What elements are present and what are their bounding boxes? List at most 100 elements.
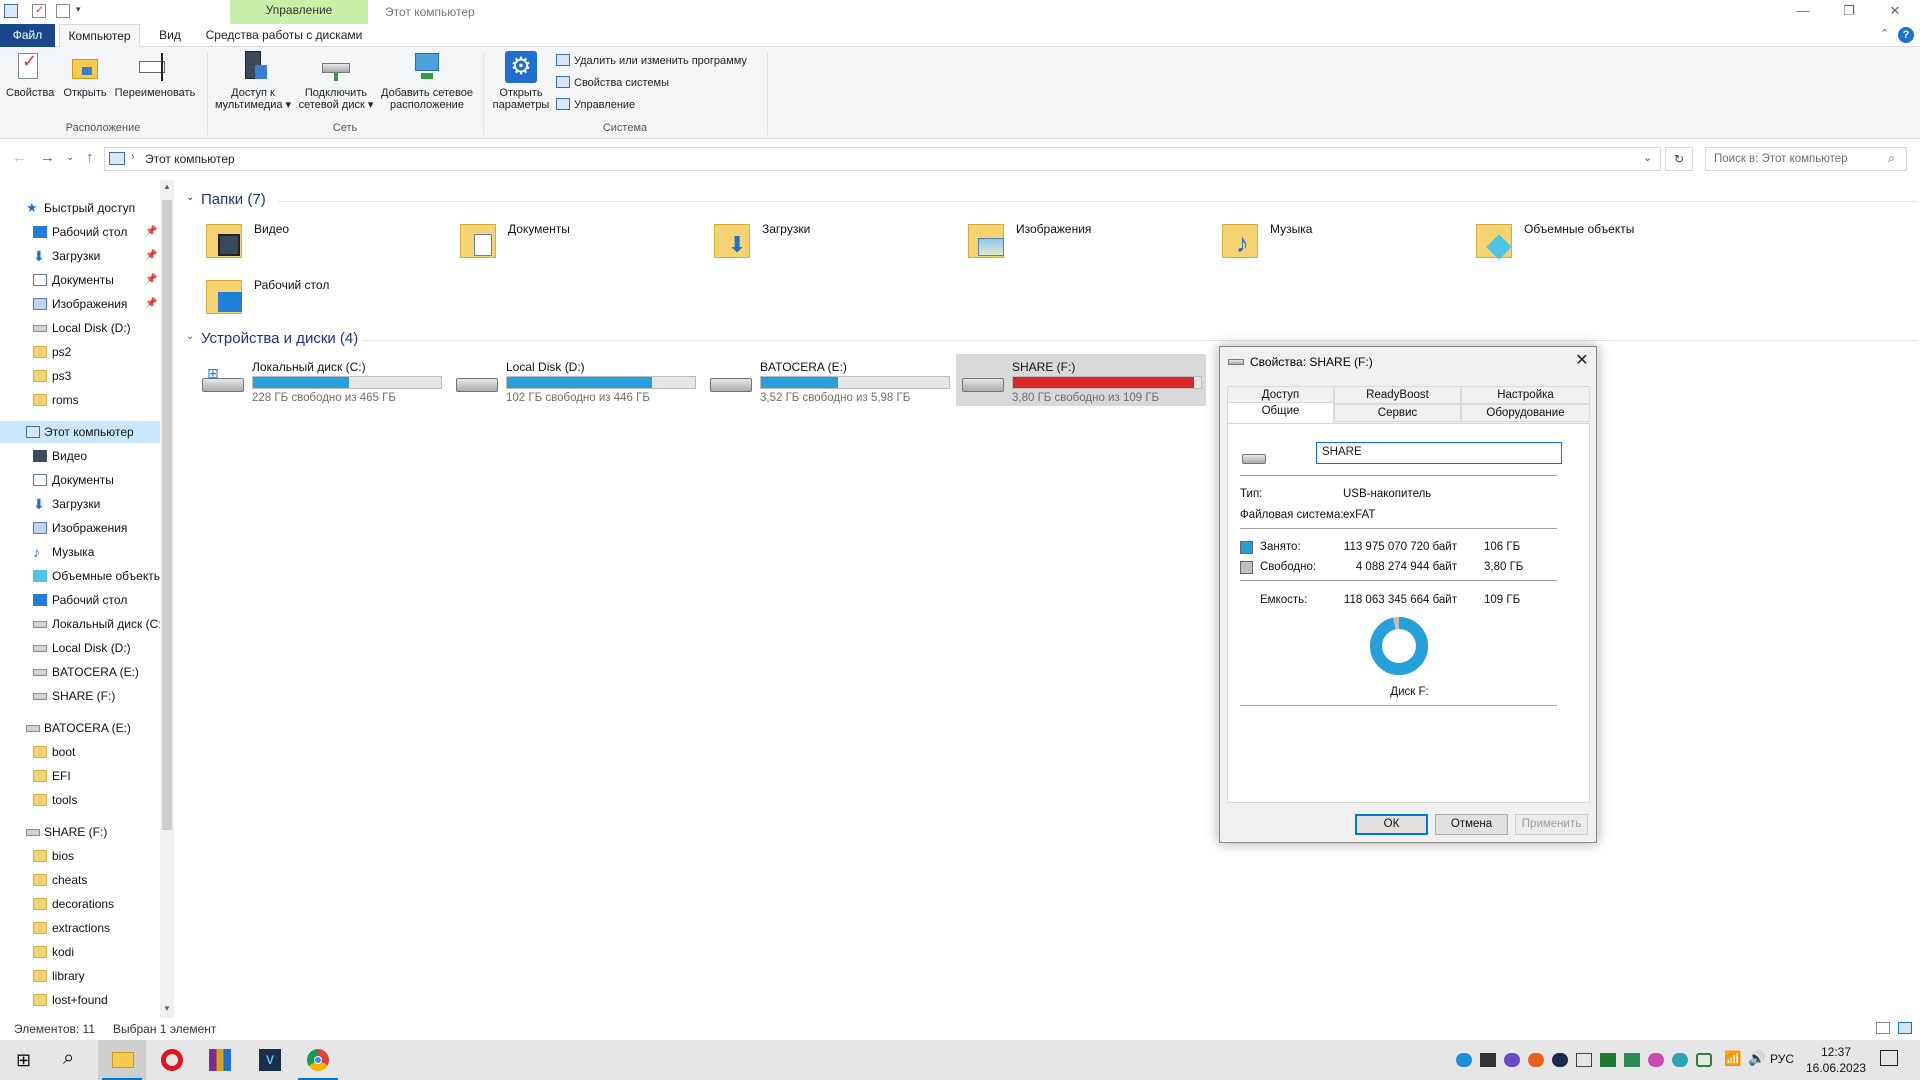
customize-quick-access-icon[interactable]: ▾ xyxy=(76,4,90,18)
ok-button[interactable]: ОК xyxy=(1355,814,1428,835)
nav-item-local-disk-d[interactable]: Local Disk (D:) xyxy=(0,317,160,339)
drive-tile-d[interactable]: Local Disk (D:) 102 ГБ свободно из 446 Г… xyxy=(450,354,700,406)
address-dropdown-chevron-icon[interactable]: ⌄ xyxy=(1643,151,1652,164)
winrar-taskbar-icon[interactable] xyxy=(196,1040,244,1080)
folder-tile-downloads[interactable]: ⬇ Загрузки xyxy=(714,218,954,266)
nav-item-desktop[interactable]: Рабочий стол 📌 xyxy=(0,221,160,243)
nav-quick-access[interactable]: ★ Быстрый доступ xyxy=(0,197,160,219)
app-tray-icon[interactable] xyxy=(1504,1053,1520,1067)
folder-tile-videos[interactable]: Видео xyxy=(206,218,446,266)
nav-item-bios[interactable]: bios xyxy=(0,845,160,867)
rename-button[interactable]: Переименовать xyxy=(112,51,198,99)
new-folder-quick-icon[interactable] xyxy=(56,4,70,18)
scroll-down-arrow-icon[interactable]: ▼ xyxy=(163,1004,171,1013)
nav-item-decorations[interactable]: decorations xyxy=(0,893,160,915)
search-input[interactable]: Поиск в: Этот компьютер xyxy=(1714,153,1848,165)
file-explorer-taskbar-icon[interactable] xyxy=(98,1040,146,1080)
forward-arrow-icon[interactable]: → xyxy=(40,149,55,166)
back-arrow-icon[interactable]: ← xyxy=(12,149,27,166)
shield-tray-icon[interactable] xyxy=(1696,1053,1712,1067)
nav-item-desktop[interactable]: Рабочий стол xyxy=(0,589,160,611)
tab-computer[interactable]: Компьютер xyxy=(59,24,140,48)
nav-item-downloads[interactable]: ⬇ Загрузки xyxy=(0,493,160,515)
tab-file[interactable]: Файл xyxy=(0,24,55,47)
notifications-icon[interactable] xyxy=(1880,1050,1898,1066)
tab-hardware[interactable]: Оборудование xyxy=(1461,404,1590,422)
folder-tile-3d-objects[interactable]: Объемные объекты xyxy=(1476,218,1716,266)
nav-item-lost-found[interactable]: lost+found xyxy=(0,989,160,1011)
media-access-button[interactable]: Доступ к мультимедиа ▾ xyxy=(212,51,294,111)
vegas-taskbar-icon[interactable]: V xyxy=(246,1040,294,1080)
dialog-close-button[interactable]: ✕ xyxy=(1568,349,1596,373)
nav-item-extractions[interactable]: extractions xyxy=(0,917,160,939)
app-tray-icon[interactable] xyxy=(1528,1053,1544,1067)
volume-icon[interactable]: 🔊 xyxy=(1748,1050,1765,1067)
app-tray-icon[interactable] xyxy=(1576,1053,1592,1067)
collapse-ribbon-icon[interactable]: ⌃ xyxy=(1880,27,1889,40)
tab-general[interactable]: Общие xyxy=(1227,402,1334,424)
nav-item-drive-e[interactable]: BATOCERA (E:) xyxy=(0,661,160,683)
folder-tile-pictures[interactable]: Изображения xyxy=(968,218,1208,266)
drive-tile-c[interactable]: ⊞ Локальный диск (C:) 228 ГБ свободно из… xyxy=(196,354,446,406)
close-button[interactable]: ✕ xyxy=(1872,0,1918,24)
tab-view[interactable]: Вид xyxy=(145,24,195,47)
scroll-up-arrow-icon[interactable]: ▲ xyxy=(163,182,171,191)
manage-button[interactable]: Управление xyxy=(556,97,635,113)
wifi-icon[interactable]: 📶 xyxy=(1724,1050,1741,1067)
nav-item-boot[interactable]: boot xyxy=(0,741,160,763)
nav-item-documents[interactable]: Документы xyxy=(0,469,160,491)
drives-section-header[interactable]: Устройства и диски (4) xyxy=(201,330,358,347)
minimize-button[interactable]: — xyxy=(1780,0,1826,24)
nav-item-drive-c[interactable]: Локальный диск (C:) xyxy=(0,613,160,635)
language-indicator[interactable]: РУС xyxy=(1770,1052,1794,1066)
nav-item-drive-f[interactable]: SHARE (F:) xyxy=(0,685,160,707)
search-box[interactable]: Поиск в: Этот компьютер ⌕ xyxy=(1705,147,1907,171)
tab-disk-tools[interactable]: Средства работы с дисками xyxy=(200,24,368,47)
nav-share[interactable]: SHARE (F:) xyxy=(0,821,160,843)
breadcrumb[interactable]: Этот компьютер xyxy=(145,152,235,166)
apply-button[interactable]: Применить xyxy=(1515,814,1588,835)
nav-item-3d-objects[interactable]: Объемные объекты xyxy=(0,565,160,587)
properties-button[interactable]: ✓ Свойства xyxy=(6,51,54,99)
app-tray-icon[interactable] xyxy=(1648,1053,1664,1067)
app-tray-icon[interactable] xyxy=(1600,1053,1616,1067)
app-tray-icon[interactable] xyxy=(1624,1053,1640,1067)
open-button[interactable]: Открыть xyxy=(60,51,110,99)
nav-item-videos[interactable]: Видео xyxy=(0,445,160,467)
nav-item-roms[interactable]: roms xyxy=(0,389,160,411)
nav-item-ps2[interactable]: ps2 xyxy=(0,341,160,363)
breadcrumb-chevron-icon[interactable]: › xyxy=(131,151,135,163)
search-icon[interactable]: ⌕ xyxy=(1888,151,1895,166)
chrome-taskbar-icon[interactable] xyxy=(294,1040,342,1080)
folder-tile-music[interactable]: ♪ Музыка xyxy=(1222,218,1462,266)
recent-locations-chevron-icon[interactable]: ⌄ xyxy=(66,152,74,163)
nav-item-tools[interactable]: tools xyxy=(0,789,160,811)
app-tray-icon[interactable] xyxy=(1552,1053,1568,1067)
nav-batocera[interactable]: BATOCERA (E:) xyxy=(0,717,160,739)
cancel-button[interactable]: Отмена xyxy=(1435,814,1508,835)
search-button[interactable]: ⌕ xyxy=(48,1040,96,1080)
volume-label-input[interactable]: SHARE xyxy=(1316,442,1562,464)
tab-readyboost[interactable]: ReadyBoost xyxy=(1334,386,1461,404)
uninstall-program-button[interactable]: Удалить или изменить программу xyxy=(556,53,747,69)
start-button[interactable]: ⊞ xyxy=(0,1040,48,1080)
nav-item-documents[interactable]: Документы 📌 xyxy=(0,269,160,291)
restore-button[interactable]: ❐ xyxy=(1826,0,1872,24)
address-bar[interactable]: › Этот компьютер ⌄ xyxy=(104,147,1661,171)
tiles-view-icon[interactable] xyxy=(1898,1022,1912,1034)
nav-item-pictures[interactable]: Изображения 📌 xyxy=(0,293,160,315)
folder-tile-documents[interactable]: Документы xyxy=(460,218,700,266)
add-network-location-button[interactable]: Добавить сетевое расположение xyxy=(376,51,478,111)
nav-item-music[interactable]: ♪ Музыка xyxy=(0,541,160,563)
map-drive-button[interactable]: Подключить сетевой диск ▾ xyxy=(298,51,374,111)
help-icon[interactable]: ? xyxy=(1898,27,1914,43)
drive-tile-e[interactable]: BATOCERA (E:) 3,52 ГБ свободно из 5,98 Г… xyxy=(704,354,954,406)
collapse-chevron-icon[interactable]: ⌄ xyxy=(186,192,194,203)
nav-item-pictures[interactable]: Изображения xyxy=(0,517,160,539)
up-arrow-icon[interactable]: ↑ xyxy=(86,149,94,166)
refresh-button[interactable]: ↻ xyxy=(1665,147,1693,171)
nav-this-pc[interactable]: Этот компьютер xyxy=(0,421,160,443)
system-properties-button[interactable]: Свойства системы xyxy=(556,75,669,91)
edge-tray-icon[interactable] xyxy=(1456,1053,1472,1067)
collapse-chevron-icon[interactable]: ⌄ xyxy=(186,331,194,342)
